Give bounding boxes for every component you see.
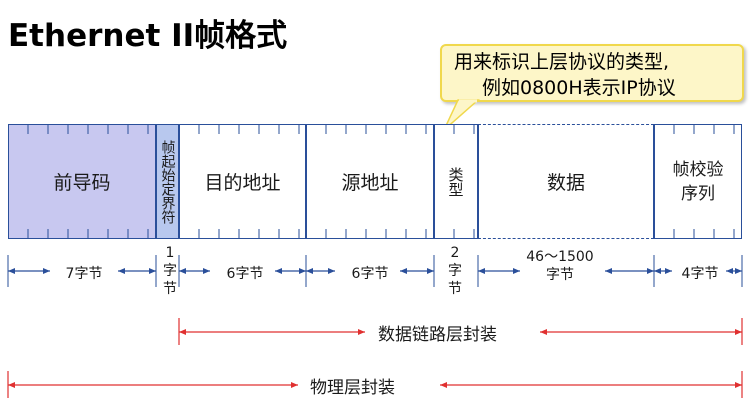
dim-dest-r-head-right [299,268,306,274]
datalink-layer-label: 数据链路层封装 [372,320,503,345]
field-dest-label: 目的地址 [204,172,281,194]
field-dest-address: 目的地址 [179,124,306,239]
dim-src-l-head-left [306,268,313,274]
physical-arrow-left-head-left [8,382,15,388]
physical-layer-label: 物理层封装 [304,373,401,398]
size-preamble: 7字节 [65,266,103,282]
field-sfd: 帧起始定界符 [156,124,179,239]
size-data: 46～1500字节 [526,249,594,283]
physical-arrow-left-head-right [291,382,298,388]
dim-data-r-head-left [605,268,612,274]
size-dest: 6字节 [226,266,264,282]
field-fcs-label: 帧校验序列 [672,159,724,204]
size-fcs: 4字节 [681,266,719,282]
dim-src-r-head-right [427,268,434,274]
size-sfd: 1字节 [163,245,177,297]
datalink-arrow-right-head-right [735,329,742,335]
size-type: 2字节 [448,245,462,297]
field-src-address: 源地址 [306,124,434,239]
type-callout: 用来标识上层协议的类型, 例如0800H表示IP协议 [440,44,744,102]
dim-data-r-head-right [647,268,654,274]
physical-arrow-right-head-right [735,382,742,388]
size-src: 6字节 [351,266,389,282]
callout-line-1: 用来标识上层协议的类型, [454,51,670,73]
dim-dest-l-head-left [179,268,186,274]
physical-arrow-right-head-left [440,382,447,388]
dim-data-l-head-right [513,268,520,274]
dim-preamble-r-head-right [149,268,156,274]
title-text: Ethernet II帧格式 [8,18,288,54]
field-sfd-label: 帧起始定界符 [159,139,176,224]
datalink-arrow-left-head-right [358,329,365,335]
dim-data-l-head-left [478,268,485,274]
field-data: 数据 [478,124,654,239]
field-fcs: 帧校验序列 [654,124,742,239]
field-preamble-label: 前导码 [53,172,111,194]
field-type-label: 类型 [446,166,465,197]
field-data-label: 数据 [546,172,585,194]
datalink-arrow-left-head-left [179,329,186,335]
datalink-arrow-right-head-left [540,329,547,335]
field-src-label: 源地址 [341,172,399,194]
dim-preamble-l-head-left [8,268,15,274]
callout-line-2: 例如0800H表示IP协议 [482,77,676,99]
dim-fcs-r-head-right [735,268,742,274]
dim-fcs-l-head-left [654,268,661,274]
field-type: 类型 [434,124,478,239]
page-title: Ethernet II帧格式 [0,10,287,55]
field-preamble: 前导码 [8,124,156,239]
